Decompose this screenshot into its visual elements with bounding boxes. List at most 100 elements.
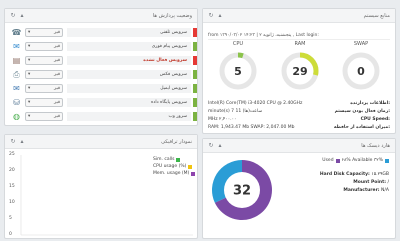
service-name: سرویس فعال نشده [67,56,191,65]
legend-available-label: ۶۸% Available ۳۲% [341,158,383,163]
service-row: ✉ ▾ قیر سرویس ایمیل [11,83,197,94]
traffic-panel: ↻ ▴ نمودار ترافیکی 25 20 15 10 5 0 Sim. calls… [4,134,198,239]
refresh-icon[interactable]: ↻ [208,142,214,149]
clipboard-icon: ▤ [12,56,21,65]
chart-legend-item: Sim. calls [153,157,181,162]
database-icon: ⛁ [13,98,20,107]
legend-swatch [191,171,196,176]
disk-info-key: Hard Disk Capacity: [319,172,370,177]
service-action-label: قیر [54,44,60,49]
chevron-down-icon: ▾ [28,100,31,105]
service-row: ☎ ▾ قیر سرویس تلفنی [11,27,197,38]
disk-info-row: Manufacturer: N/A [343,188,389,193]
system-info-value: Intel(R) Core(TM) i3-4020 CPU @ 2.40GHz [208,101,303,106]
chevron-down-icon: ▾ [28,30,31,35]
mail-icon: ✉ [13,84,20,93]
service-status-indicator [193,28,197,37]
service-name: سرور وب [67,112,191,121]
service-action-label: قیر [54,72,60,77]
system-info-key: اطلاعات پردازنده: [350,101,390,106]
service-row: ✉ ▾ قیر سرویس پیام فوری [11,41,197,52]
system-info-row: Intel(R) Core(TM) i3-4020 CPU @ 2.40GHz ا… [208,101,390,108]
service-row: ◍ ▾ قیر سرور وب [11,111,197,122]
system-panel-title: منابع سیستم [363,12,390,19]
chart-baseline [20,155,193,236]
service-action-label: قیر [54,100,60,105]
chevron-down-icon: ▾ [28,44,31,49]
refresh-icon[interactable]: ↻ [208,12,214,19]
service-action-dropdown[interactable]: ▾ قیر [25,42,63,51]
disks-panel: ↻ ▴ هارد دیسک ها 32 Used ۶۸% Available ۳… [202,138,396,239]
legend-label: CPU usage (%) [153,164,187,169]
services-panel-title: وضعیت پردازش ها [152,12,192,19]
legend-available-swatch [385,158,389,163]
gauge-value: 5 [234,65,242,78]
last-login-text: from ۱۳۹۰/۰۳/۰۲ ۱۴:۲۳ | ۲ پنجشنبه، ژانوی… [208,31,390,40]
service-action-dropdown[interactable]: ▾ قیر [25,70,63,79]
legend-used-swatch [335,158,340,163]
disk-info-value: N/A [381,188,389,193]
fax-icon: ⎙ [13,69,20,79]
service-action-label: قیر [54,30,60,35]
services-panel: ↻ ▴ وضعیت پردازش ها ☎ ▾ قیر سرویس تلفنی ✉ ▾ قی… [4,8,198,126]
service-row: ▤ ▾ قیر سرویس فعال نشده [11,55,197,66]
service-action-label: قیر [54,58,60,63]
legend-label: Mem. usage (M) [153,171,190,176]
disk-info-value: / [387,180,389,185]
system-info-value: minute(s) 7 ساعت(ها) 11 [208,109,263,114]
service-status-indicator [193,84,197,93]
chevron-down-icon: ▾ [28,58,31,63]
disks-panel-title: هارد دیسک ها [361,142,390,149]
collapse-icon[interactable]: ▴ [19,12,25,19]
chevron-down-icon: ▾ [28,72,31,77]
collapse-icon[interactable]: ▴ [217,142,223,149]
service-status-indicator [193,56,197,65]
panel-controls: ↻ ▴ [208,12,223,19]
collapse-icon[interactable]: ▴ [217,12,223,19]
system-info-key: زمان فعال بودن سیستم: [334,109,390,114]
disk-info-row: Hard Disk Capacity: ۱۵.۲۹GB [320,172,389,177]
service-name: سرویس تلفنی [67,28,191,37]
disks-panel-header: ↻ ▴ هارد دیسک ها [203,139,395,153]
disk-usage-pie: 32 [212,160,272,220]
service-action-label: قیر [54,114,60,119]
service-row: ⎙ ▾ قیر سرویس فکس [11,69,197,80]
system-info-row: MHz ۲,۴۰۰.۰۰ CPU Speed: [208,117,390,124]
service-action-label: قیر [54,86,60,91]
gauge-value: 29 [292,65,307,78]
service-action-dropdown[interactable]: ▾ قیر [25,28,63,37]
globe-icon: ◍ [13,112,20,121]
legend-swatch [188,164,193,169]
service-action-dropdown[interactable]: ▾ قیر [25,112,63,121]
system-info-row: minute(s) 7 ساعت(ها) 11 زمان فعال بودن سی… [208,109,390,116]
disk-info-row: Mount Point: / [353,180,389,185]
service-action-dropdown[interactable]: ▾ قیر [25,56,63,65]
system-info-row: RAM: 1,943.47 Mb SWAP: 2,047.00 Mb میزان … [208,125,390,132]
chat-icon: ✉ [13,42,20,51]
gauge-value: 0 [357,65,365,78]
service-status-indicator [193,112,197,121]
panel-controls: ↻ ▴ [208,142,223,149]
disk-info-key: Manufacturer: [343,188,380,193]
refresh-icon[interactable]: ↻ [10,12,16,19]
service-action-dropdown[interactable]: ▾ قیر [25,84,63,93]
legend-label: Sim. calls [153,157,175,162]
services-panel-header: ↻ ▴ وضعیت پردازش ها [5,9,197,23]
service-action-dropdown[interactable]: ▾ قیر [25,98,63,107]
resource-gauges: 5 29 0 [219,52,380,90]
system-info-key: میزان استفاده از حافظه: [333,125,390,130]
disk-legend: Used ۶۸% Available ۳۲% [322,158,389,163]
phone-icon: ☎ [11,28,22,37]
system-panel: ↻ ▴ منابع سیستم from ۱۳۹۰/۰۳/۰۲ ۱۴:۲۳ | … [202,8,396,134]
service-name: سرویس پایگاه داده [67,98,191,107]
service-row: ⛁ ▾ قیر سرویس پایگاه داده [11,97,197,108]
service-status-indicator [193,42,197,51]
system-panel-header: ↻ ▴ منابع سیستم [203,9,395,23]
system-info-value: RAM: 1,943.47 Mb SWAP: 2,047.00 Mb [208,125,295,130]
system-info-key: CPU Speed: [360,117,390,122]
legend-used-label: Used [322,158,334,163]
panel-controls: ↻ ▴ [10,12,25,19]
disk-info-key: Mount Point: [353,180,387,185]
chevron-down-icon: ▾ [28,86,31,91]
service-name: سرویس پیام فوری [67,42,191,51]
